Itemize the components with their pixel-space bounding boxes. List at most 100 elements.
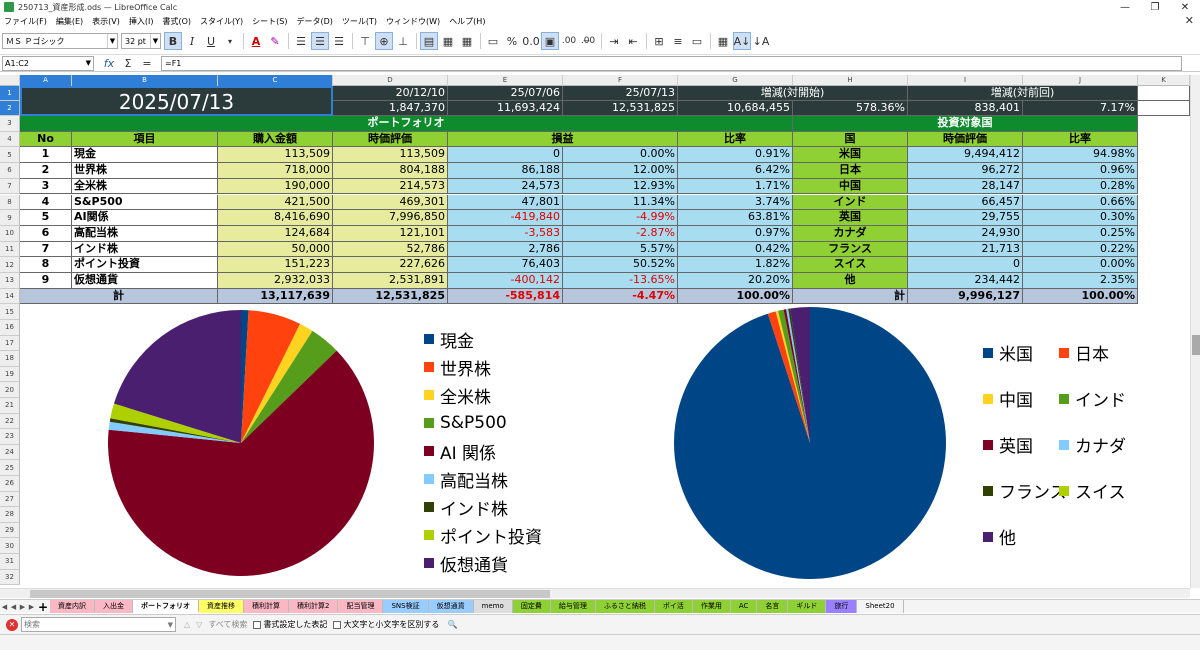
header-cell[interactable]: 7.17% (1023, 101, 1138, 116)
table-cell[interactable]: 28,147 (908, 178, 1023, 195)
column-header[interactable]: K (1138, 75, 1190, 86)
table-cell[interactable]: 421,500 (218, 194, 333, 211)
row-header[interactable]: 1 (0, 86, 20, 101)
italic-button[interactable]: I (183, 32, 201, 50)
corner-cell[interactable] (0, 75, 20, 86)
row-header[interactable]: 24 (0, 444, 20, 461)
row-header[interactable]: 20 (0, 382, 20, 398)
menu-item[interactable]: シート(S) (252, 16, 287, 27)
menu-item[interactable]: 編集(E) (56, 16, 83, 27)
find-all-button[interactable]: すべて検索 (208, 619, 247, 630)
border-color-icon[interactable]: ▭ (688, 32, 706, 50)
table-cell[interactable]: 7 (20, 241, 72, 258)
column-header[interactable]: G (678, 75, 793, 86)
column-header[interactable]: F (563, 75, 678, 86)
country-pie-chart[interactable] (670, 303, 950, 583)
table-cell[interactable]: 2,531,891 (333, 273, 448, 289)
indent-decrease-icon[interactable]: ⇤ (624, 32, 642, 50)
row-header[interactable]: 31 (0, 554, 20, 570)
sheet-tab[interactable]: AC (730, 600, 758, 613)
last-sheet-icon[interactable]: ▶ (27, 603, 36, 611)
header-cell[interactable]: 25/07/13 (563, 86, 678, 101)
sum-icon[interactable]: Σ (119, 54, 137, 72)
table-cell[interactable]: 29,755 (908, 210, 1023, 226)
align-right-icon[interactable]: ☰ (330, 32, 348, 50)
row-header[interactable]: 7 (0, 178, 20, 195)
header-cell[interactable]: 増減(対前回) (908, 86, 1138, 101)
align-center-icon[interactable]: ☰ (311, 32, 329, 50)
table-cell[interactable]: -419,840 (448, 210, 563, 226)
header-cell[interactable]: 10,684,455 (678, 101, 793, 116)
sheet-tab[interactable]: 資産推移 (199, 600, 244, 613)
row-header[interactable]: 2 (0, 101, 20, 116)
table-cell[interactable]: 仮想通貨 (72, 273, 218, 289)
column-header[interactable]: C (218, 75, 333, 86)
border-style-icon[interactable]: ≡ (669, 32, 687, 50)
table-cell[interactable]: インド (793, 194, 908, 211)
row-header[interactable]: 10 (0, 225, 20, 242)
sheet-tab[interactable]: ポイ活 (654, 600, 693, 613)
column-header[interactable]: A (20, 75, 72, 86)
table-cell[interactable]: 全米株 (72, 178, 218, 195)
header-cell[interactable]: 20/12/10 (333, 86, 448, 101)
table-cell[interactable]: 1.71% (678, 178, 793, 195)
table-cell[interactable]: -13.65% (563, 273, 678, 289)
menu-item[interactable]: ウィンドウ(W) (386, 16, 440, 27)
date-format-icon[interactable]: ▣ (541, 32, 559, 50)
menu-item[interactable]: データ(D) (296, 16, 332, 27)
wrap-text-icon[interactable]: ▤ (420, 32, 438, 50)
total-cell[interactable]: -585,814 (448, 288, 563, 305)
table-cell[interactable]: 2.35% (1023, 273, 1138, 289)
function-wizard-icon[interactable]: fx (100, 54, 118, 72)
number-format-icon[interactable]: 0.0 (522, 32, 540, 50)
table-col-header[interactable]: 比率 (1023, 131, 1138, 148)
row-header[interactable]: 6 (0, 163, 20, 179)
underline-button[interactable]: U (202, 32, 220, 50)
row-header[interactable]: 32 (0, 569, 20, 586)
column-header[interactable]: B (72, 75, 218, 86)
table-cell[interactable]: 6.42% (678, 163, 793, 179)
row-header[interactable]: 17 (0, 335, 20, 352)
table-cell[interactable]: 0.91% (678, 147, 793, 164)
table-cell[interactable]: スイス (793, 257, 908, 273)
horizontal-scroll-thumb[interactable] (30, 590, 550, 598)
first-sheet-icon[interactable]: ◀ (0, 603, 9, 611)
table-cell[interactable]: インド株 (72, 241, 218, 258)
percent-icon[interactable]: % (503, 32, 521, 50)
table-cell[interactable]: -400,142 (448, 273, 563, 289)
row-header[interactable]: 13 (0, 273, 20, 289)
row-header[interactable]: 3 (0, 116, 20, 132)
table-col-header[interactable]: 購入金額 (218, 131, 333, 148)
chevron-down-icon[interactable]: ▼ (168, 621, 173, 629)
table-cell[interactable]: 0.30% (1023, 210, 1138, 226)
sheet-tab[interactable]: 旅行 (826, 600, 858, 613)
column-header[interactable]: J (1023, 75, 1138, 86)
sheet-tab[interactable]: 作業用 (692, 600, 731, 613)
table-cell[interactable]: 2,932,033 (218, 273, 333, 289)
table-cell[interactable]: 0 (908, 257, 1023, 273)
total-cell[interactable]: -4.47% (563, 288, 678, 305)
column-header[interactable]: D (333, 75, 448, 86)
table-cell[interactable]: 96,272 (908, 163, 1023, 179)
row-header[interactable]: 8 (0, 194, 20, 211)
match-case-checkbox[interactable] (333, 620, 342, 629)
header-cell[interactable]: 11,693,424 (448, 101, 563, 116)
formula-equals-icon[interactable]: = (138, 54, 156, 72)
sheet-tab[interactable]: 給与管理 (550, 600, 596, 613)
table-cell[interactable]: 63.81% (678, 210, 793, 226)
table-cell[interactable]: 5 (20, 210, 72, 226)
table-cell[interactable]: 804,188 (333, 163, 448, 179)
table-cell[interactable]: 66,457 (908, 194, 1023, 211)
table-cell[interactable]: 3 (20, 178, 72, 195)
sort-ascending-icon[interactable]: A↓ (733, 32, 751, 50)
row-header[interactable]: 4 (0, 131, 20, 148)
sheet-tab[interactable]: SNS検証 (383, 600, 429, 613)
empty-cell[interactable] (1138, 86, 1190, 101)
table-cell[interactable]: 9 (20, 273, 72, 289)
remove-decimal-icon[interactable]: .0̶0 (579, 32, 597, 50)
table-cell[interactable]: 0.25% (1023, 225, 1138, 242)
table-col-header[interactable]: 比率 (678, 131, 793, 148)
sheet-tab[interactable]: 資産内訳 (50, 600, 95, 613)
add-sheet-icon[interactable]: + (36, 600, 50, 614)
table-cell[interactable]: 中国 (793, 178, 908, 195)
